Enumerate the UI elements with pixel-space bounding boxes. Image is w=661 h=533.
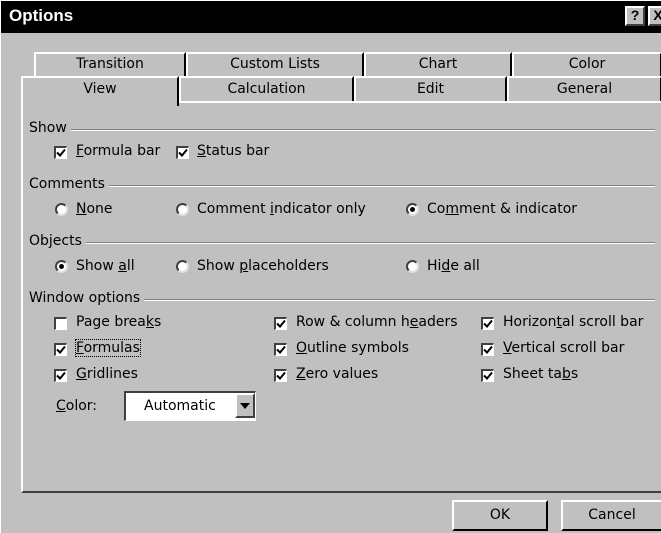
checkmark-icon (56, 345, 66, 354)
show-group-label: Show (29, 120, 71, 136)
gridlines-label: Gridlines (76, 366, 138, 382)
status-bar-checkbox[interactable] (176, 146, 189, 159)
hide-all-label: Hide all (427, 258, 480, 274)
color-dropdown-value: Automatic (144, 398, 216, 414)
page-breaks-checkbox[interactable] (54, 317, 67, 330)
formula-bar-label: Formula bar (76, 143, 161, 159)
horizontal-scroll-bar-label: Horizontal scroll bar (503, 314, 644, 330)
dropdown-arrow-button[interactable] (235, 393, 255, 418)
tab-transition[interactable]: Transition (34, 52, 186, 76)
chevron-down-icon (240, 403, 250, 409)
outline-symbols-label: Outline symbols (296, 340, 409, 356)
row-column-headers-label: Row & column headers (296, 314, 458, 330)
formulas-checkbox[interactable] (54, 343, 67, 356)
sheet-tabs-label: Sheet tabs (503, 366, 579, 382)
checkmark-icon (483, 371, 493, 380)
show-group-line (29, 129, 655, 131)
show-all-radio[interactable] (55, 260, 68, 273)
outline-symbols-checkbox[interactable] (274, 343, 287, 356)
zero-values-checkbox[interactable] (274, 369, 287, 382)
checkmark-icon (178, 148, 188, 157)
sheet-tabs-checkbox[interactable] (481, 369, 494, 382)
vertical-scroll-bar-label: Vertical scroll bar (503, 340, 625, 356)
comments-group-line (29, 185, 655, 187)
checkmark-icon (276, 371, 286, 380)
comments-group-label: Comments (29, 176, 109, 192)
tab-color[interactable]: Color (512, 52, 661, 76)
horizontal-scroll-bar-checkbox[interactable] (481, 317, 494, 330)
tab-chart[interactable]: Chart (364, 52, 512, 76)
row-column-headers-checkbox[interactable] (274, 317, 287, 330)
hide-all-radio[interactable] (406, 260, 419, 273)
comment-indicator-only-label: Comment indicator only (197, 201, 366, 217)
radio-dot-icon (410, 207, 415, 212)
comment-indicator-only-radio[interactable] (176, 203, 189, 216)
checkmark-icon (276, 319, 286, 328)
window-options-group-label: Window options (29, 290, 145, 306)
radio-dot-icon (59, 264, 64, 269)
checkmark-icon (483, 345, 493, 354)
ok-button[interactable]: OK (452, 500, 548, 531)
formulas-label: Formulas (75, 339, 141, 357)
gridlines-checkbox[interactable] (54, 369, 67, 382)
color-dropdown[interactable]: Automatic (124, 391, 256, 421)
color-label: Color: (56, 398, 98, 414)
checkmark-icon (276, 345, 286, 354)
tab-calculation[interactable]: Calculation (179, 76, 354, 102)
checkmark-icon (56, 148, 66, 157)
show-all-label: Show all (76, 258, 135, 274)
zero-values-label: Zero values (296, 366, 379, 382)
checkmark-icon (483, 319, 493, 328)
cancel-button[interactable]: Cancel (561, 500, 661, 531)
show-placeholders-radio[interactable] (176, 260, 189, 273)
help-button[interactable]: ? (625, 6, 645, 26)
close-button[interactable]: X (648, 6, 661, 26)
tab-custom-lists[interactable]: Custom Lists (186, 52, 364, 76)
comment-none-radio[interactable] (55, 203, 68, 216)
vertical-scroll-bar-checkbox[interactable] (481, 343, 494, 356)
comment-and-indicator-radio[interactable] (406, 203, 419, 216)
objects-group-label: Objects (29, 233, 86, 249)
options-dialog: Options ? X Transition Custom Lists Char… (0, 0, 661, 533)
show-placeholders-label: Show placeholders (197, 258, 329, 274)
tab-view[interactable]: View (21, 76, 179, 106)
comment-none-label: None (76, 201, 113, 217)
comment-and-indicator-label: Comment & indicator (427, 201, 578, 217)
page-breaks-label: Page breaks (76, 314, 162, 330)
objects-group-line (29, 242, 655, 244)
title-bar: Options ? X (1, 1, 661, 33)
tab-general[interactable]: General (507, 76, 661, 102)
status-bar-label: Status bar (197, 143, 270, 159)
dialog-title: Options (9, 6, 74, 25)
formula-bar-checkbox[interactable] (54, 146, 67, 159)
tab-edit[interactable]: Edit (354, 76, 507, 102)
checkmark-icon (56, 371, 66, 380)
